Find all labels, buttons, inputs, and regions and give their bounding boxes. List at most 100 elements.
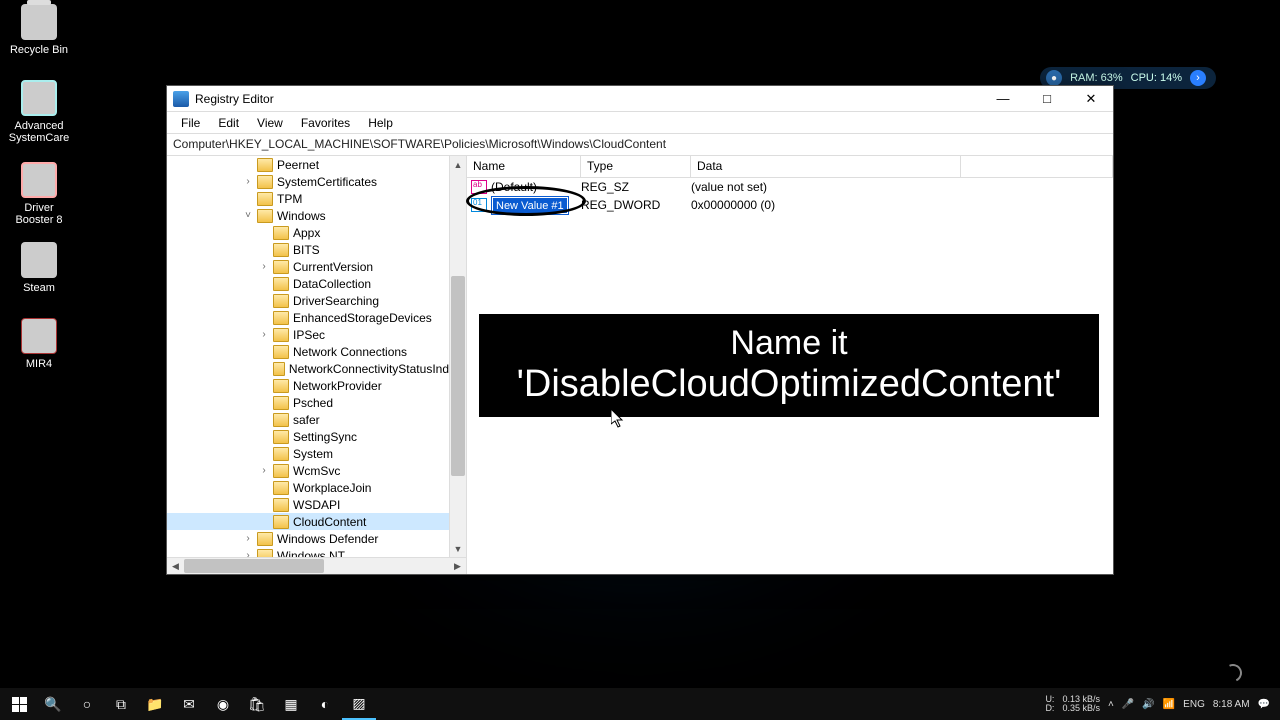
tree-label: CloudContent bbox=[293, 515, 366, 529]
folder-icon bbox=[273, 277, 289, 291]
tree-item-ipsec[interactable]: › IPSec bbox=[167, 326, 449, 343]
expand-arrow-icon[interactable]: › bbox=[242, 176, 254, 187]
tree-scrollbar-vertical[interactable]: ▲ ▼ bbox=[449, 156, 466, 557]
tray-language[interactable]: ENG bbox=[1183, 699, 1205, 710]
scroll-right-arrow[interactable]: ▶ bbox=[449, 561, 466, 572]
tree-item-networkprovider[interactable]: NetworkProvider bbox=[167, 377, 449, 394]
menu-file[interactable]: File bbox=[173, 114, 208, 132]
desktop-icon-label: Recycle Bin bbox=[4, 44, 74, 56]
folder-icon bbox=[273, 515, 289, 529]
scroll-up-arrow[interactable]: ▲ bbox=[450, 156, 466, 173]
tray-chevron-icon[interactable]: ˄ bbox=[1108, 699, 1114, 710]
chrome-button[interactable]: ◉ bbox=[206, 688, 240, 720]
expand-arrow-icon[interactable]: ˅ bbox=[242, 210, 254, 221]
scroll-left-arrow[interactable]: ◀ bbox=[167, 561, 184, 572]
tree-item-peernet[interactable]: Peernet bbox=[167, 156, 449, 173]
folder-icon bbox=[257, 549, 273, 558]
value-type: REG_SZ bbox=[581, 180, 691, 194]
tree-item-currentversion[interactable]: ›CurrentVersion bbox=[167, 258, 449, 275]
tree-scrollbar-horizontal[interactable]: ◀ ▶ bbox=[167, 557, 466, 574]
rename-input[interactable]: New Value #1 bbox=[493, 198, 567, 213]
tree-item-settingsync[interactable]: SettingSync bbox=[167, 428, 449, 445]
network-speed: U: D: bbox=[1045, 695, 1054, 713]
scroll-thumb[interactable] bbox=[451, 276, 465, 476]
tray-sound-icon[interactable]: 🔊 bbox=[1142, 699, 1154, 710]
tree-item-driversearching[interactable]: DriverSearching bbox=[167, 292, 449, 309]
start-button[interactable] bbox=[2, 688, 36, 720]
column-data[interactable]: Data bbox=[691, 156, 961, 177]
tree-item-enhancedstoragedevices[interactable]: EnhancedStorageDevices bbox=[167, 309, 449, 326]
menu-view[interactable]: View bbox=[249, 114, 291, 132]
tree-item-bits[interactable]: BITS bbox=[167, 241, 449, 258]
mir4-icon bbox=[21, 318, 57, 354]
maximize-button[interactable]: □ bbox=[1025, 86, 1069, 112]
registry-value-row[interactable]: (Default)REG_SZ(value not set) bbox=[467, 178, 1113, 196]
search-button[interactable]: 🔍 bbox=[36, 688, 70, 720]
tree-item-windows[interactable]: ˅Windows bbox=[167, 207, 449, 224]
tree-item-wsdapi[interactable]: WSDAPI bbox=[167, 496, 449, 513]
cortana-button[interactable]: ○ bbox=[70, 688, 104, 720]
file-explorer-button[interactable]: 📁 bbox=[138, 688, 172, 720]
expand-arrow-icon[interactable]: › bbox=[242, 533, 254, 544]
edge-button[interactable]: ◐ bbox=[308, 688, 342, 720]
expand-arrow-icon[interactable]: › bbox=[242, 550, 254, 557]
close-button[interactable]: ✕ bbox=[1069, 86, 1113, 112]
value-type-icon bbox=[471, 180, 487, 194]
folder-icon bbox=[273, 260, 289, 274]
menu-favorites[interactable]: Favorites bbox=[293, 114, 358, 132]
tray-volume-icon[interactable]: 🎤 bbox=[1122, 699, 1134, 710]
tree-item-windows-defender[interactable]: ›Windows Defender bbox=[167, 530, 449, 547]
tree-item-safer[interactable]: safer bbox=[167, 411, 449, 428]
tree-item-system[interactable]: System bbox=[167, 445, 449, 462]
regedit-taskbar-button[interactable]: ▨ bbox=[342, 688, 376, 720]
tree-item-systemcertificates[interactable]: ›SystemCertificates bbox=[167, 173, 449, 190]
minimize-button[interactable]: — bbox=[981, 86, 1025, 112]
task-view-button[interactable]: ⧉ bbox=[104, 688, 138, 720]
recycle-bin-icon bbox=[21, 4, 57, 40]
expand-arrow-icon[interactable]: › bbox=[258, 465, 270, 476]
taskbar-clock[interactable]: 8:18 AM bbox=[1213, 699, 1250, 710]
window-title: Registry Editor bbox=[195, 92, 274, 106]
tree-item-tpm[interactable]: TPM bbox=[167, 190, 449, 207]
desktop-icon-advanced-systemcare[interactable]: Advanced SystemCare bbox=[4, 80, 74, 144]
mail-button[interactable]: ✉ bbox=[172, 688, 206, 720]
tree-item-appx[interactable]: Appx bbox=[167, 224, 449, 241]
tray-network-icon[interactable]: 📶 bbox=[1163, 699, 1175, 710]
tree-item-network-connections[interactable]: Network Connections bbox=[167, 343, 449, 360]
folder-icon bbox=[273, 464, 289, 478]
value-type-icon bbox=[471, 198, 487, 212]
tree-item-wcmsvc[interactable]: ›WcmSvc bbox=[167, 462, 449, 479]
tree-item-cloudcontent[interactable]: CloudContent bbox=[167, 513, 449, 530]
tree-item-psched[interactable]: Psched bbox=[167, 394, 449, 411]
window-titlebar[interactable]: Registry Editor — □ ✕ bbox=[167, 86, 1113, 112]
column-name[interactable]: Name bbox=[467, 156, 581, 177]
menu-edit[interactable]: Edit bbox=[210, 114, 247, 132]
address-bar[interactable]: Computer\HKEY_LOCAL_MACHINE\SOFTWARE\Pol… bbox=[167, 134, 1113, 156]
notifications-button[interactable]: 💬 bbox=[1258, 699, 1270, 710]
cpu-usage: CPU: 14% bbox=[1131, 72, 1182, 84]
scroll-down-arrow[interactable]: ▼ bbox=[450, 540, 466, 557]
desktop-icon-driver-booster[interactable]: Driver Booster 8 bbox=[4, 162, 74, 226]
registry-value-row[interactable]: New Value #1REG_DWORD0x00000000 (0) bbox=[467, 196, 1113, 214]
app-button-1[interactable]: ▦ bbox=[274, 688, 308, 720]
expand-arrow-icon[interactable]: › bbox=[258, 261, 270, 272]
tree-item-networkconnectivitystatusind[interactable]: NetworkConnectivityStatusInd bbox=[167, 360, 449, 377]
folder-icon bbox=[273, 481, 289, 495]
scroll-thumb-h[interactable] bbox=[184, 559, 324, 573]
expand-arrow-icon[interactable]: › bbox=[258, 329, 270, 340]
expand-icon[interactable]: › bbox=[1190, 70, 1206, 86]
column-type[interactable]: Type bbox=[581, 156, 691, 177]
tree-label: NetworkConnectivityStatusInd bbox=[289, 362, 449, 376]
desktop-icon-steam[interactable]: Steam bbox=[4, 242, 74, 294]
tree-item-windows-nt[interactable]: ›Windows NT bbox=[167, 547, 449, 557]
menu-help[interactable]: Help bbox=[360, 114, 401, 132]
tree-label: IPSec bbox=[293, 328, 325, 342]
desktop-icon-mir4[interactable]: MIR4 bbox=[4, 318, 74, 370]
store-button[interactable]: 🛍 bbox=[240, 688, 274, 720]
desktop-icon-recycle-bin[interactable]: Recycle Bin bbox=[4, 4, 74, 56]
tree-item-workplacejoin[interactable]: WorkplaceJoin bbox=[167, 479, 449, 496]
registry-tree[interactable]: Peernet›SystemCertificatesTPM˅WindowsApp… bbox=[167, 156, 466, 557]
tree-item-datacollection[interactable]: DataCollection bbox=[167, 275, 449, 292]
tree-label: System bbox=[293, 447, 333, 461]
value-name: (Default) bbox=[491, 180, 537, 194]
